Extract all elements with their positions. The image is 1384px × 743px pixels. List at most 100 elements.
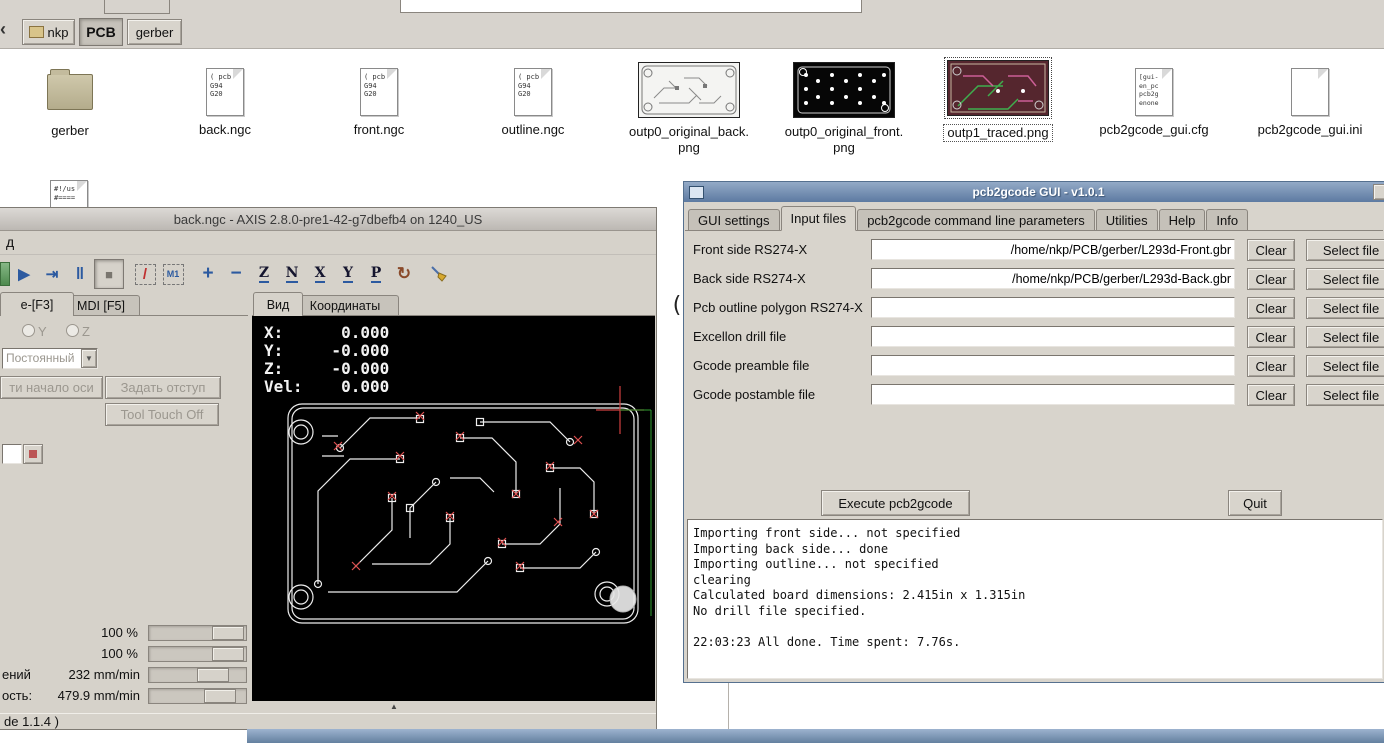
panel-icon-button-2[interactable] [23, 444, 43, 464]
tool-touch-off-button[interactable]: Tool Touch Off [105, 403, 219, 426]
axis-preview-canvas[interactable]: X: 0.000 Y: -0.000 Z: -0.000 Vel: 0.000 [252, 315, 655, 702]
slider-handle[interactable] [212, 626, 244, 640]
top-partial-button[interactable] [104, 0, 170, 14]
rotate-button[interactable]: ↻ [390, 260, 418, 288]
select-file-button[interactable]: Select file [1306, 297, 1384, 319]
axis-radio-y[interactable]: Y [22, 324, 47, 339]
run-button[interactable]: ▶ [10, 260, 38, 288]
slider-handle[interactable] [204, 689, 236, 703]
front-gerber-input[interactable] [871, 239, 1235, 260]
tab-command-line-parameters[interactable]: pcb2gcode command line parameters [857, 209, 1095, 231]
optional-pause-button[interactable]: M1 [159, 260, 187, 288]
console-output[interactable]: Importing front side... not specified Im… [687, 519, 1383, 679]
view-y-button[interactable]: Y [334, 260, 362, 288]
tab-gui-settings[interactable]: GUI settings [688, 209, 780, 231]
file-item-outp1-traced-png[interactable]: outp1_traced.png [923, 60, 1073, 142]
background-window-titlebar[interactable] [247, 729, 1384, 743]
file-item-back-ngc[interactable]: ( pcb G94 G20 back.ngc [150, 60, 300, 138]
folder-icon [47, 74, 93, 110]
config-file-icon: [gui- en_pc pcb2g enone [1135, 68, 1173, 116]
clear-button[interactable]: Clear [1247, 239, 1295, 261]
top-partial-entry[interactable] [400, 0, 862, 13]
breadcrumb-label: gerber [136, 25, 174, 40]
chevron-down-icon: ▼ [81, 349, 97, 368]
rotate-icon: ↻ [397, 264, 411, 284]
select-file-button[interactable]: Select file [1306, 239, 1384, 261]
outline-input[interactable] [871, 297, 1235, 318]
slider-track[interactable] [148, 667, 247, 683]
clear-button[interactable]: Clear [1247, 384, 1295, 406]
maximize-button[interactable] [1373, 184, 1384, 200]
axis-window-title: back.ngc - AXIS 2.8.0-pre1-42-g7dbefb4 o… [174, 212, 483, 227]
tab-input-files[interactable]: Input files [781, 206, 857, 231]
png-thumbnail-front-icon [793, 62, 895, 118]
select-file-button[interactable]: Select file [1306, 384, 1384, 406]
axis-menubar[interactable]: д [0, 230, 656, 254]
view-x-button[interactable]: X [306, 260, 334, 288]
panel-icon-button[interactable] [2, 444, 22, 464]
file-item-outline-ngc[interactable]: ( pcb G94 G20 outline.ngc [458, 60, 608, 138]
clear-button[interactable]: Clear [1247, 297, 1295, 319]
view-z-rotated-button[interactable]: N [278, 260, 306, 288]
partial-toolbar-icon[interactable] [0, 260, 10, 288]
tab-manual-f3[interactable]: е-[F3] [0, 292, 74, 316]
home-axis-button[interactable]: ти начало оси [0, 376, 103, 399]
file-item-outp0-front-png[interactable]: outp0_original_front. png [769, 60, 919, 156]
clear-plot-icon [429, 264, 449, 284]
pause-button[interactable]: ‖ [66, 260, 94, 288]
tab-help[interactable]: Help [1159, 209, 1206, 231]
quit-button[interactable]: Quit [1228, 490, 1282, 516]
file-item-cfg[interactable]: [gui- en_pc pcb2g enone pcb2gcode_gui.cf… [1079, 60, 1229, 138]
tab-info[interactable]: Info [1206, 209, 1248, 231]
zoom-out-button[interactable]: − [222, 260, 250, 288]
select-file-button[interactable]: Select file [1306, 355, 1384, 377]
stop-icon: ■ [105, 267, 113, 282]
file-item-front-ngc[interactable]: ( pcb G94 G20 front.ngc [304, 60, 454, 138]
breadcrumb-pcb[interactable]: PCB [79, 18, 123, 46]
clear-button[interactable]: Clear [1247, 326, 1295, 348]
preamble-input[interactable] [871, 355, 1235, 376]
select-file-button[interactable]: Select file [1306, 268, 1384, 290]
postamble-input[interactable] [871, 384, 1235, 405]
slider-track[interactable] [148, 625, 247, 641]
step-button[interactable]: ⇥ [38, 260, 66, 288]
slider-track[interactable] [148, 646, 247, 662]
view-z-button[interactable]: Z [250, 260, 278, 288]
back-icon[interactable]: ‹ [0, 19, 6, 40]
axis-radio-z[interactable]: Z [66, 324, 90, 339]
file-item-outp0-back-png[interactable]: outp0_original_back. png [614, 60, 764, 156]
clear-button[interactable]: Clear [1247, 355, 1295, 377]
scroll-up-icon[interactable]: ▲ [390, 702, 398, 711]
breadcrumb-nkp[interactable]: nkp [22, 19, 75, 45]
zoom-in-button[interactable]: + [194, 260, 222, 288]
file-label: outp0_original_front. png [785, 124, 904, 156]
view-perspective-button[interactable]: P [362, 260, 390, 288]
breadcrumb-gerber[interactable]: gerber [127, 19, 182, 45]
form-row-preamble: Gcode preamble file Clear Select file [684, 354, 1384, 378]
toggle-skip-lines-button[interactable]: / [131, 260, 159, 288]
pcb2gcode-tabs: GUI settings Input files pcb2gcode comma… [688, 208, 1249, 231]
tab-utilities[interactable]: Utilities [1096, 209, 1158, 231]
dro-readout: X: 0.000 Y: -0.000 Z: -0.000 Vel: 0.000 [264, 324, 389, 396]
jog-mode-combo[interactable]: Постоянный ▼ [2, 348, 98, 369]
file-item-ini[interactable]: pcb2gcode_gui.ini [1235, 60, 1384, 138]
set-offset-button[interactable]: Задать отступ [105, 376, 221, 399]
slider-handle[interactable] [212, 647, 244, 661]
axis-menu-fragment[interactable]: д [6, 234, 14, 250]
axis-titlebar[interactable]: back.ngc - AXIS 2.8.0-pre1-42-g7dbefb4 o… [0, 208, 656, 231]
stop-button[interactable]: ■ [94, 259, 124, 289]
pcb2gcode-titlebar[interactable]: pcb2gcode GUI - v1.0.1 [684, 182, 1384, 202]
clear-button[interactable]: Clear [1247, 268, 1295, 290]
pause-icon: ‖ [76, 264, 84, 284]
file-item-gerber-folder[interactable]: gerber [0, 60, 145, 139]
execute-pcb2gcode-button[interactable]: Execute pcb2gcode [821, 490, 970, 516]
tab-coordinates[interactable]: Координаты [291, 295, 399, 316]
drill-input[interactable] [871, 326, 1235, 347]
slider-handle[interactable] [197, 668, 229, 682]
field-label: Pcb outline polygon RS274-X [693, 296, 863, 320]
clear-plot-button[interactable] [425, 260, 453, 288]
back-gerber-input[interactable] [871, 268, 1235, 289]
select-file-button[interactable]: Select file [1306, 326, 1384, 348]
tab-preview[interactable]: Вид [253, 292, 303, 316]
slider-track[interactable] [148, 688, 247, 704]
